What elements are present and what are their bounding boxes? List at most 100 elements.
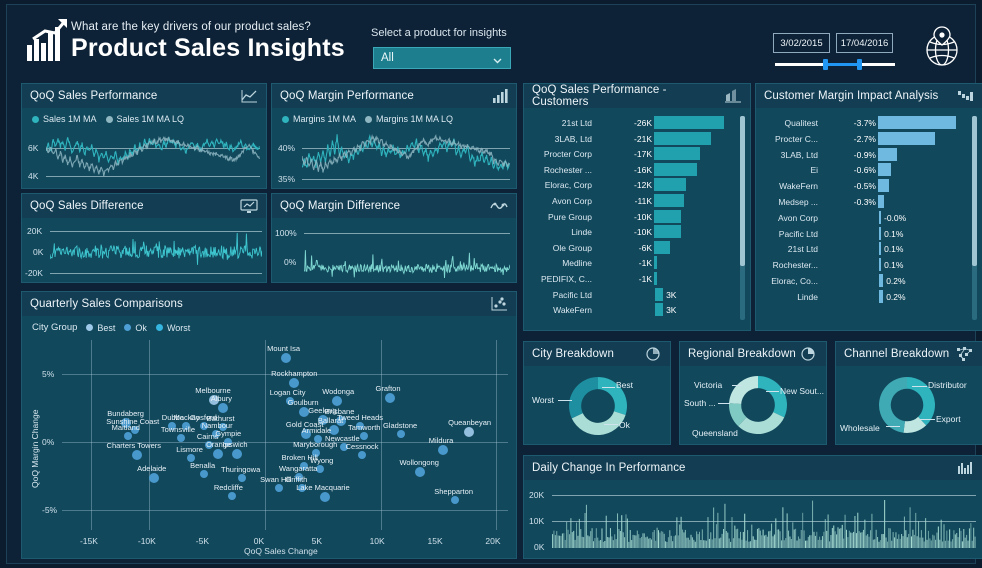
- wave-line-icon[interactable]: [490, 198, 508, 214]
- bar-rect[interactable]: [879, 242, 882, 256]
- scrollbar-thumb[interactable]: [740, 116, 745, 266]
- bar-rect[interactable]: [654, 240, 671, 254]
- legend-dot: [86, 324, 94, 331]
- column-chart-icon[interactable]: [956, 460, 974, 476]
- sales-performance-lines: [46, 135, 260, 177]
- chart-monitor-icon[interactable]: [240, 198, 258, 214]
- bar-rect[interactable]: [879, 289, 884, 303]
- scatter-point[interactable]: [231, 449, 242, 459]
- scatter-point-label: Gladstone: [382, 420, 418, 430]
- date-range-handle-left[interactable]: [823, 59, 828, 70]
- bar-rect[interactable]: [654, 272, 657, 285]
- donut-chart-icon[interactable]: [644, 346, 662, 362]
- scatter-point[interactable]: [384, 393, 395, 404]
- scatter-point-label: Logan City: [269, 388, 306, 398]
- ribbon-chart-icon[interactable]: [724, 88, 742, 104]
- scatter-point[interactable]: [414, 466, 425, 477]
- panel-title: City Breakdown: [532, 348, 614, 360]
- scatter-chart-icon[interactable]: [490, 296, 508, 312]
- bar-rect[interactable]: [654, 178, 687, 192]
- bar-category-label: Avon Corp: [777, 212, 818, 223]
- bar-rect[interactable]: [654, 256, 657, 270]
- scatter-point[interactable]: [438, 444, 449, 455]
- date-to-input[interactable]: 17/04/2016: [836, 33, 893, 53]
- bar-value-label: -10K: [634, 227, 652, 238]
- scatter-point[interactable]: [124, 432, 133, 441]
- legend-item[interactable]: Worst: [155, 322, 191, 333]
- bar-category-label: Linde: [571, 227, 592, 238]
- bar-rect[interactable]: [878, 195, 885, 208]
- bar-rect[interactable]: [654, 225, 681, 239]
- bar-rect[interactable]: [879, 210, 881, 224]
- bar-rect[interactable]: [879, 226, 882, 240]
- scatter-point[interactable]: [228, 492, 237, 501]
- scatter-point[interactable]: [397, 429, 406, 438]
- scatter-plot-area[interactable]: Mount Isa Rockhampton Melbourne Albury Logan…: [62, 340, 508, 530]
- bar-rect[interactable]: [878, 131, 935, 145]
- bar-rect[interactable]: [654, 209, 681, 223]
- bar-category-label: WakeFern: [779, 181, 818, 192]
- scatter-point[interactable]: [177, 433, 186, 442]
- legend-item[interactable]: Sales 1M MA LQ: [105, 114, 184, 124]
- scatter-point[interactable]: [237, 474, 246, 483]
- y-tick: 0K: [534, 542, 545, 552]
- bar-value-label: -11K: [634, 196, 652, 206]
- bar-category-label: Avon Corp: [551, 196, 592, 206]
- line-chart-icon[interactable]: [240, 88, 258, 104]
- bar-rect[interactable]: [654, 131, 711, 145]
- bar-rect[interactable]: [654, 116, 724, 129]
- scatter-point[interactable]: [148, 473, 159, 484]
- legend-item[interactable]: Margins 1M MA: [282, 114, 356, 124]
- bar-rect[interactable]: [878, 163, 891, 177]
- pie-chart-icon[interactable]: [800, 346, 818, 362]
- bar-rect[interactable]: [878, 147, 897, 161]
- product-select[interactable]: All: [373, 47, 511, 69]
- bar-chart-icon[interactable]: [490, 88, 508, 104]
- scatter-point[interactable]: [213, 449, 224, 459]
- scatter-point[interactable]: [218, 402, 229, 413]
- bar-rect[interactable]: [878, 116, 956, 129]
- date-range-slider[interactable]: [775, 59, 895, 70]
- legend-item[interactable]: Sales 1M MA: [32, 114, 97, 124]
- legend-label: Worst: [166, 322, 191, 333]
- bar-rect[interactable]: [878, 179, 889, 193]
- scatter-point[interactable]: [200, 470, 209, 479]
- scatter-point[interactable]: [331, 396, 342, 407]
- scrollbar-track[interactable]: [740, 116, 745, 320]
- regional-donut[interactable]: [728, 374, 788, 436]
- panel-header: QoQ Sales Performance - Customers: [524, 84, 750, 108]
- bar-rect[interactable]: [654, 194, 684, 207]
- scatter-point[interactable]: [274, 483, 283, 492]
- legend-item[interactable]: Margins 1M MA LQ: [365, 114, 453, 124]
- scatter-point-label: Albury: [210, 393, 232, 403]
- scatter-point[interactable]: [450, 496, 459, 505]
- scatter-point[interactable]: [288, 378, 299, 389]
- scatter-point[interactable]: [316, 464, 325, 473]
- date-from-input[interactable]: 3/02/2015: [773, 33, 830, 53]
- bar-rect[interactable]: [654, 147, 700, 161]
- scatter-point[interactable]: [280, 352, 291, 363]
- legend-item[interactable]: Best: [86, 323, 115, 333]
- bar-category-label: Qualitest: [784, 118, 818, 128]
- bar-rect[interactable]: [655, 303, 664, 317]
- scatter-point[interactable]: [360, 432, 369, 441]
- scatter-point-label: Swan Hill: [260, 474, 292, 484]
- bar-rect[interactable]: [879, 258, 882, 272]
- scatter-point-label: Wollongong: [399, 457, 439, 467]
- bar-value-label: 0.1%: [884, 228, 904, 239]
- dashboard-frame: What are the key drivers of our product …: [6, 4, 982, 564]
- scatter-point[interactable]: [132, 450, 143, 461]
- scrollbar-thumb[interactable]: [972, 116, 977, 266]
- scatter-point[interactable]: [358, 451, 367, 460]
- date-range-handle-right[interactable]: [857, 59, 862, 70]
- bar-rect[interactable]: [879, 274, 884, 287]
- bar-rect[interactable]: [655, 287, 664, 301]
- waterfall-chart-icon[interactable]: [956, 88, 974, 104]
- scatter-point[interactable]: [319, 492, 330, 503]
- scrollbar-track[interactable]: [972, 116, 977, 320]
- bar-rect[interactable]: [654, 162, 698, 176]
- scatter-point[interactable]: [463, 427, 474, 438]
- bar-category-label: PEDIFIX, C...: [540, 274, 592, 284]
- network-nodes-icon[interactable]: [956, 346, 974, 362]
- legend-item[interactable]: Ok: [124, 323, 147, 333]
